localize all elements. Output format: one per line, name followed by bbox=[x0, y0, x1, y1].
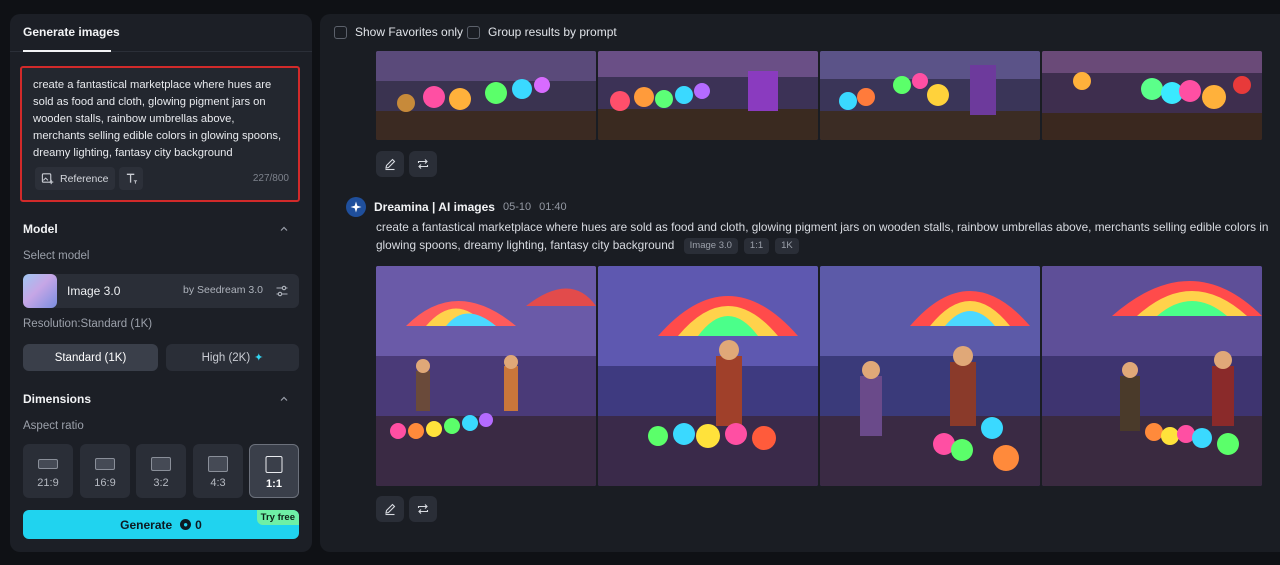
regenerate-button[interactable] bbox=[409, 151, 437, 177]
resolution-standard-button[interactable]: Standard (1K) bbox=[23, 344, 158, 371]
generate-label: Generate bbox=[120, 517, 173, 532]
tab-underline bbox=[23, 50, 111, 52]
model-tag: Image 3.0 bbox=[683, 238, 738, 254]
edit-icon bbox=[385, 158, 396, 171]
regenerate-icon bbox=[417, 504, 429, 514]
prompt-text[interactable]: create a fantastical marketplace where h… bbox=[33, 77, 287, 162]
model-thumbnail bbox=[23, 274, 57, 308]
generated-image-row bbox=[376, 266, 1262, 486]
group-by-prompt-label: Group results by prompt bbox=[488, 25, 617, 39]
generated-image[interactable] bbox=[820, 266, 1040, 486]
reference-button[interactable]: Reference bbox=[35, 167, 115, 190]
sparkle-icon: ✦ bbox=[254, 352, 264, 364]
results-feed: Show Favorites only Group results by pro… bbox=[320, 14, 1280, 552]
ratio-shape-icon bbox=[208, 456, 228, 472]
reference-label: Reference bbox=[60, 172, 109, 185]
aspect-ratio-21-9[interactable]: 21:9 bbox=[23, 444, 73, 498]
credit-icon: ● bbox=[180, 519, 192, 530]
image-add-icon bbox=[41, 173, 54, 185]
generated-image[interactable] bbox=[1042, 51, 1262, 140]
regenerate-icon bbox=[417, 159, 429, 169]
tab-generate-images[interactable]: Generate images bbox=[23, 25, 120, 39]
generated-image[interactable] bbox=[1042, 266, 1262, 486]
edit-prompt-button[interactable] bbox=[376, 496, 404, 522]
generated-image[interactable] bbox=[376, 51, 596, 140]
ratio-shape-icon bbox=[38, 459, 58, 469]
aspect-ratio-label: 4:3 bbox=[210, 477, 226, 489]
select-model-label: Select model bbox=[23, 250, 90, 262]
aspect-ratio-label: 16:9 bbox=[94, 477, 116, 489]
dimensions-section-title: Dimensions bbox=[23, 392, 92, 406]
generated-image[interactable] bbox=[598, 51, 818, 140]
aspect-ratio-1-1[interactable]: 1:1 bbox=[249, 444, 299, 498]
chevron-up-icon[interactable] bbox=[278, 393, 290, 405]
aspect-ratio-16-9[interactable]: 16:9 bbox=[80, 444, 130, 498]
generated-image[interactable] bbox=[820, 51, 1040, 140]
group-by-prompt-checkbox[interactable] bbox=[467, 25, 480, 39]
model-section-title: Model bbox=[23, 222, 58, 236]
text-style-button[interactable] bbox=[119, 167, 143, 190]
generate-button[interactable]: Generate ● 0 Try free bbox=[23, 510, 299, 539]
generation-header: Dreamina | AI images 05-10 01:40 bbox=[346, 197, 567, 217]
favorites-filter-label: Show Favorites only bbox=[355, 25, 464, 39]
aspect-ratio-label: 3:2 bbox=[153, 477, 169, 489]
model-provider: by Seedream 3.0 bbox=[183, 284, 263, 296]
chevron-up-icon[interactable] bbox=[278, 223, 290, 235]
generate-cost: ● 0 bbox=[180, 518, 202, 532]
generation-prompt-text: create a fantastical marketplace where h… bbox=[376, 220, 1269, 252]
aspect-ratio-label: Aspect ratio bbox=[23, 420, 84, 432]
aspect-ratio-4-3[interactable]: 4:3 bbox=[193, 444, 243, 498]
model-selector[interactable]: Image 3.0 by Seedream 3.0 bbox=[23, 274, 299, 308]
aspect-ratio-label: 21:9 bbox=[37, 477, 59, 489]
ratio-shape-icon bbox=[265, 456, 283, 473]
generation-source: Dreamina | AI images bbox=[374, 200, 495, 214]
edit-prompt-button[interactable] bbox=[376, 151, 404, 177]
sidebar-tabbar: Generate images bbox=[10, 14, 312, 52]
settings-sliders-icon[interactable] bbox=[275, 284, 289, 298]
generation-time: 01:40 bbox=[539, 201, 567, 213]
app: Generate images create a fantastical mar… bbox=[0, 0, 1280, 565]
ratio-shape-icon bbox=[151, 457, 171, 471]
generated-image[interactable] bbox=[376, 266, 596, 486]
edit-icon bbox=[385, 503, 396, 516]
generation-date: 05-10 bbox=[502, 201, 532, 213]
ratio-tag: 1:1 bbox=[743, 238, 770, 254]
resolution-standard-label: Standard (1K) bbox=[54, 351, 127, 364]
try-free-badge: Try free bbox=[256, 510, 299, 525]
resolution-tag: 1K bbox=[775, 238, 799, 254]
generated-image[interactable] bbox=[598, 266, 818, 486]
model-name: Image 3.0 bbox=[67, 284, 121, 298]
previous-image-row bbox=[376, 51, 1262, 140]
regenerate-button[interactable] bbox=[409, 496, 437, 522]
favorites-checkbox[interactable] bbox=[334, 25, 347, 39]
dreamina-logo-icon bbox=[346, 197, 366, 217]
ratio-shape-icon bbox=[95, 458, 115, 470]
text-format-icon bbox=[126, 173, 137, 184]
favorites-filter[interactable]: Show Favorites only bbox=[334, 25, 463, 39]
aspect-ratio-3-2[interactable]: 3:2 bbox=[136, 444, 186, 498]
resolution-label: Resolution:Standard (1K) bbox=[23, 318, 153, 330]
prompt-input[interactable]: create a fantastical marketplace where h… bbox=[20, 66, 300, 202]
sidebar: Generate images create a fantastical mar… bbox=[10, 14, 312, 552]
group-by-prompt-filter[interactable]: Group results by prompt bbox=[467, 25, 617, 39]
aspect-ratio-label: 1:1 bbox=[266, 478, 282, 490]
character-count: 227/800 bbox=[252, 173, 289, 184]
resolution-high-label: High (2K) bbox=[201, 351, 251, 364]
generation-prompt: create a fantastical marketplace where h… bbox=[376, 218, 1276, 254]
generate-cost-value: 0 bbox=[195, 517, 202, 532]
resolution-high-button[interactable]: High (2K) ✦ bbox=[166, 344, 299, 371]
aspect-ratio-options: 21:9 16:9 3:2 4:3 1:1 bbox=[23, 444, 299, 498]
